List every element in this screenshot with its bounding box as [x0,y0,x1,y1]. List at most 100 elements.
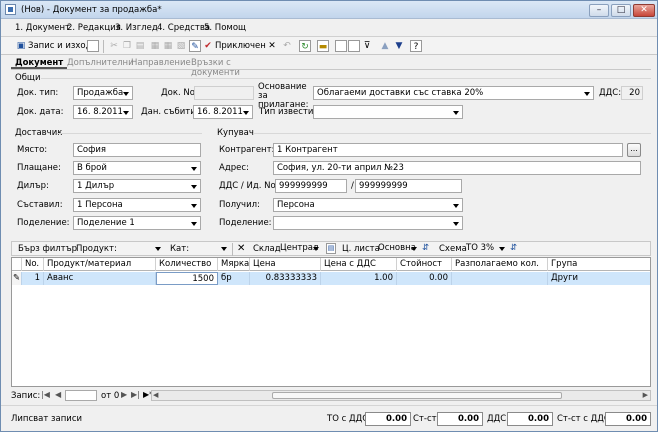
copy-icon[interactable]: ❐ [121,40,133,52]
export-icon[interactable]: ▧ [175,40,187,52]
chevron-down-icon [191,204,197,208]
edit-icon[interactable]: ✎ [189,40,201,52]
vat-rate-field: 20 [621,86,643,100]
first-record-icon[interactable]: |◀ [41,390,50,399]
address-label: Адрес: [219,163,249,173]
id-number-field[interactable]: 999999999 [355,179,462,193]
dealer-select[interactable]: 1 Дилър [73,179,201,193]
category-filter-label: Кат: [170,244,190,254]
partner-field[interactable]: 1 Контрагент [273,143,623,157]
payment-select[interactable]: В брой [73,161,201,175]
save-close-button[interactable]: Запис и изход [28,41,92,51]
supplier-division-select[interactable]: Поделение 1 [73,216,201,230]
arrow-down-icon[interactable]: ▼ [393,40,405,52]
vat-basis-select[interactable]: Облагаеми доставки със ставка 20% [313,86,594,100]
buyer-group-title: Купувач [217,128,254,138]
print-preview-icon[interactable]: ▦ [149,40,161,52]
scheme-options-icon[interactable]: ⇵ [510,243,517,253]
row-price[interactable]: 0.83333333 [250,272,321,285]
column-header-no[interactable]: No. [22,258,44,271]
menu-view[interactable]: 3. Изглед [115,23,158,33]
folder-icon[interactable]: ▬ [317,40,329,52]
column-header-value[interactable]: Стойност [397,258,452,271]
scroll-right-icon[interactable]: ▶ [643,391,648,399]
delete-icon[interactable]: ✕ [266,40,278,52]
column-header-group[interactable]: Група [548,258,650,271]
vat-number-field[interactable]: 999999999 [275,179,347,193]
document-window: (Нов) - Документ за продажба* – □ ✕ 1. Д… [0,0,658,432]
help-icon[interactable]: ? [410,40,422,52]
tab-document[interactable]: Документ [11,56,68,69]
product-filter-label: Продукт: [76,244,117,254]
table-row[interactable]: ✎ 1 Аванс 1500 бр 0.83333333 1.00 0.00 Д… [12,272,650,285]
next-record-icon[interactable]: ▶ [121,390,127,399]
tax-event-date-picker[interactable]: 16. 8.2011 [193,105,253,119]
prev-record-icon[interactable]: ◀ [55,390,61,399]
row-no: 1 [22,272,44,285]
record-number-input[interactable] [65,390,97,401]
creator-select[interactable]: 1 Персона [73,198,201,212]
paste-icon[interactable]: ▤ [134,40,146,52]
minimize-button[interactable]: – [589,4,609,17]
cut-icon[interactable]: ✂ [108,40,120,52]
new-page-icon[interactable] [335,40,347,52]
finish-button[interactable]: Приключен [215,41,266,51]
filter-icon[interactable]: ⊽ [361,40,373,52]
scrollbar-thumb[interactable] [272,392,562,399]
address-field[interactable]: София, ул. 20-ти април №23 [273,161,641,175]
doc-date-picker[interactable]: 16. 8.2011 [73,105,133,119]
receiver-value: Персона [277,200,315,210]
doc-date-value: 16. 8.2011 [77,107,123,117]
place-field[interactable]: София [73,143,201,157]
toolbar: ▣ Запис и изход ✂ ❐ ▤ ▦ ▦ ▧ ✎ ✔ Приключе… [1,36,657,55]
notice-type-select[interactable] [313,105,463,119]
store-select[interactable]: Централ [278,243,322,255]
receiver-select[interactable]: Персона [273,198,463,212]
copy-page-icon[interactable] [348,40,360,52]
quick-filter-label: Бърз филтър [18,244,78,254]
arrow-up-icon[interactable]: ▲ [379,40,391,52]
maximize-button[interactable]: □ [611,4,631,17]
checkmark-icon[interactable]: ✔ [202,40,214,52]
category-filter-select[interactable] [188,243,230,255]
column-header-unit[interactable]: Мярка [218,258,250,271]
row-price-vat[interactable]: 1.00 [321,272,397,285]
horizontal-scrollbar[interactable]: ◀ ▶ [151,390,651,401]
row-quantity-input[interactable]: 1500 [156,272,218,285]
save-icon[interactable]: ▣ [15,40,27,52]
print-icon[interactable]: ▦ [162,40,174,52]
undo-icon[interactable]: ↶ [281,40,293,52]
browse-partner-button[interactable]: ... [627,143,641,157]
document-icon[interactable] [87,40,99,52]
row-unit[interactable]: бр [218,272,250,285]
tab-direction[interactable]: Направление [127,56,195,69]
row-product[interactable]: Аванс [44,272,156,285]
column-header-product[interactable]: Продукт/материал [44,258,156,271]
menu-document[interactable]: 1. Документ [15,23,70,33]
last-record-icon[interactable]: ▶| [131,390,140,399]
doc-date-label: Док. дата: [17,107,64,117]
price-list-options-icon[interactable]: ⇵ [422,243,429,253]
scheme-select[interactable]: ТО 3% [464,243,508,255]
menu-edit[interactable]: 2. Редакция [67,23,121,33]
store-settings-icon[interactable]: ▤ [326,243,336,254]
tab-document-links[interactable]: Връзки с документи [187,56,244,78]
menu-help[interactable]: 5. Помощ [204,23,246,33]
column-header-price-vat[interactable]: Цена с ДДС [321,258,397,271]
menu-tools[interactable]: 4. Средства [157,23,210,33]
refresh-icon[interactable]: ↻ [299,40,311,52]
tax-event-value: 16. 8.2011 [197,107,243,117]
clear-filter-icon[interactable]: ✕ [237,243,245,254]
price-list-label: Ц. листа [342,244,380,254]
price-list-select[interactable]: Основна [376,243,420,255]
column-header-available[interactable]: Разполагаемо кол. [452,258,548,271]
column-header-quantity[interactable]: Количество [156,258,218,271]
close-button[interactable]: ✕ [633,4,655,17]
total-vat-value: 0.00 [507,412,553,426]
status-text: Липсват записи [11,414,83,424]
buyer-division-select[interactable] [273,216,463,230]
scroll-left-icon[interactable]: ◀ [153,391,158,399]
column-header-price[interactable]: Цена [250,258,321,271]
doc-type-select[interactable]: Продажба [73,86,133,100]
product-filter-select[interactable] [112,243,164,255]
